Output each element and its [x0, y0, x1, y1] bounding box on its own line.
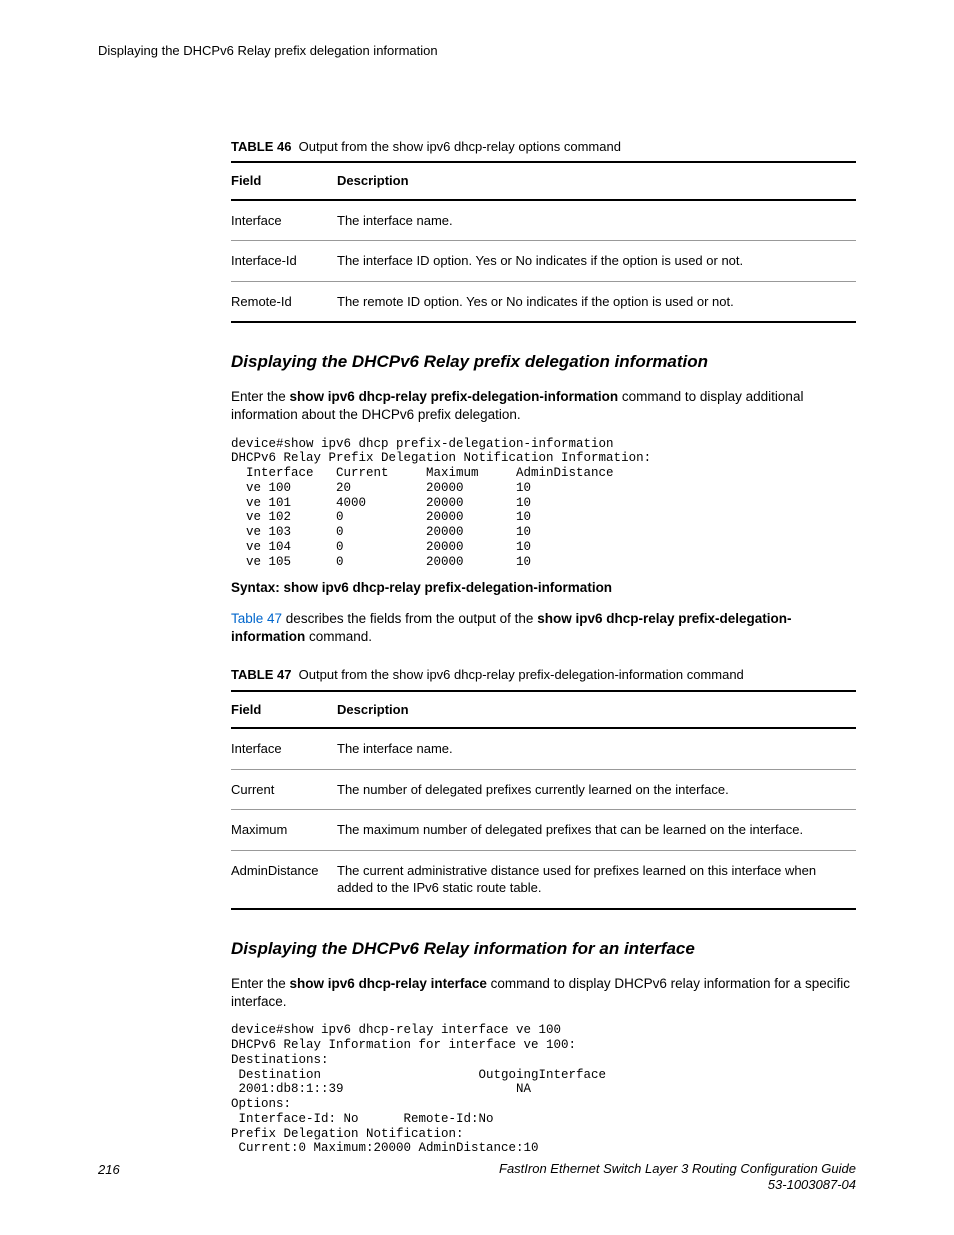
table-row: Interface The interface name.: [231, 728, 856, 769]
cell-field: Current: [231, 769, 337, 810]
table47-head-field: Field: [231, 691, 337, 729]
section1-intro: Enter the show ipv6 dhcp-relay prefix-de…: [231, 388, 856, 424]
table47: Field Description Interface The interfac…: [231, 690, 856, 910]
table46: Field Description Interface The interfac…: [231, 161, 856, 323]
section1-heading: Displaying the DHCPv6 Relay prefix deleg…: [231, 351, 856, 374]
cell-field: AdminDistance: [231, 850, 337, 909]
table-row: AdminDistance The current administrative…: [231, 850, 856, 909]
section1-terminal: device#show ipv6 dhcp prefix-delegation-…: [231, 437, 856, 570]
running-header: Displaying the DHCPv6 Relay prefix deleg…: [98, 42, 856, 60]
cell-field: Maximum: [231, 810, 337, 851]
section2-intro-cmd: show ipv6 dhcp-relay interface: [290, 976, 487, 991]
table47-label: TABLE 47: [231, 667, 291, 682]
cell-field: Interface: [231, 728, 337, 769]
cell-desc: The maximum number of delegated prefixes…: [337, 810, 856, 851]
table46-caption-text: Output from the show ipv6 dhcp-relay opt…: [299, 139, 621, 154]
table46-head-field: Field: [231, 162, 337, 200]
page-number: 216: [98, 1161, 120, 1179]
table-row: Interface-Id The interface ID option. Ye…: [231, 241, 856, 282]
cell-desc: The number of delegated prefixes current…: [337, 769, 856, 810]
table47-caption: TABLE 47 Output from the show ipv6 dhcp-…: [231, 666, 856, 684]
section2-intro: Enter the show ipv6 dhcp-relay interface…: [231, 975, 856, 1011]
section2-heading: Displaying the DHCPv6 Relay information …: [231, 938, 856, 961]
cell-desc: The interface ID option. Yes or No indic…: [337, 241, 856, 282]
cell-field: Interface-Id: [231, 241, 337, 282]
page-footer: 216 FastIron Ethernet Switch Layer 3 Rou…: [98, 1161, 856, 1194]
table-row: Maximum The maximum number of delegated …: [231, 810, 856, 851]
table-row: Interface The interface name.: [231, 200, 856, 241]
section1-syntax: Syntax: show ipv6 dhcp-relay prefix-dele…: [231, 579, 856, 597]
table47-caption-text: Output from the show ipv6 dhcp-relay pre…: [299, 667, 744, 682]
cell-desc: The current administrative distance used…: [337, 850, 856, 909]
cell-desc: The interface name.: [337, 200, 856, 241]
table46-caption: TABLE 46 Output from the show ipv6 dhcp-…: [231, 138, 856, 156]
table47-head-desc: Description: [337, 691, 856, 729]
cell-field: Remote-Id: [231, 281, 337, 322]
table47-link[interactable]: Table 47: [231, 611, 286, 626]
section1-intro-cmd: show ipv6 dhcp-relay prefix-delegation-i…: [290, 389, 619, 404]
cell-desc: The remote ID option. Yes or No indicate…: [337, 281, 856, 322]
section2-terminal: device#show ipv6 dhcp-relay interface ve…: [231, 1023, 856, 1156]
table46-label: TABLE 46: [231, 139, 291, 154]
table46-head-desc: Description: [337, 162, 856, 200]
section1-table-ref: Table 47 describes the fields from the o…: [231, 610, 856, 646]
cell-field: Interface: [231, 200, 337, 241]
cell-desc: The interface name.: [337, 728, 856, 769]
doc-title: FastIron Ethernet Switch Layer 3 Routing…: [499, 1161, 856, 1194]
table-row: Current The number of delegated prefixes…: [231, 769, 856, 810]
table-row: Remote-Id The remote ID option. Yes or N…: [231, 281, 856, 322]
